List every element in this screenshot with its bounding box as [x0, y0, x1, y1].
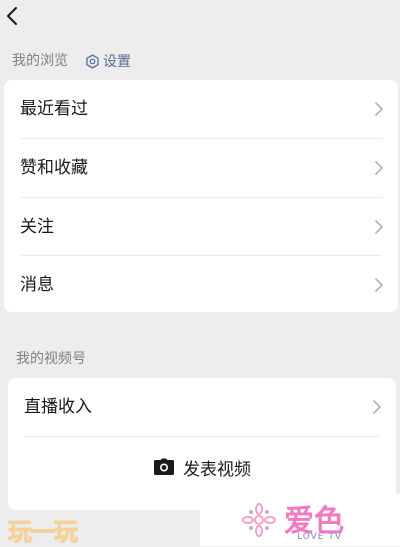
- settings-link[interactable]: 设置: [85, 51, 131, 71]
- list-item-likes-favorites[interactable]: 赞和收藏: [4, 139, 398, 197]
- list-item-label: 关注: [20, 217, 54, 237]
- section-label-my-browse: 我的浏览: [12, 53, 68, 69]
- list-item-recently-viewed[interactable]: 最近看过: [4, 80, 398, 138]
- chevron-right-icon: [375, 278, 383, 292]
- post-video-button[interactable]: 发表视频: [8, 452, 396, 482]
- chevron-right-icon: [373, 400, 381, 414]
- list-item-messages[interactable]: 消息: [4, 256, 398, 314]
- back-button[interactable]: [2, 3, 24, 29]
- watermark-left: 玩一玩: [8, 518, 79, 547]
- list-item-label: 最近看过: [20, 99, 88, 119]
- top-bar: [0, 0, 400, 40]
- list-item-label: 赞和收藏: [20, 158, 88, 178]
- chevron-right-icon: [375, 161, 383, 175]
- post-video-label: 发表视频: [183, 459, 251, 480]
- chevron-left-icon: [7, 7, 17, 25]
- gear-icon: [86, 53, 99, 69]
- watermark-right: 爱色 LOVE TV: [200, 494, 400, 546]
- list-item-label: 消息: [20, 275, 54, 295]
- list-item-label: 直播收入: [24, 397, 92, 417]
- list-item-following[interactable]: 关注: [4, 198, 398, 256]
- flower-logo-icon: [242, 503, 276, 537]
- watermark-sub: LOVE TV: [297, 532, 342, 542]
- chevron-right-icon: [375, 220, 383, 234]
- divider: [24, 436, 380, 437]
- list-item-live-income[interactable]: 直播收入: [8, 378, 396, 436]
- camera-icon: [154, 458, 174, 475]
- browse-card: 最近看过 赞和收藏 关注 消息: [4, 80, 398, 312]
- section-label-my-channels: 我的视频号: [16, 351, 86, 367]
- channels-card: 直播收入 发表视频: [8, 378, 396, 510]
- settings-label: 设置: [103, 54, 131, 70]
- chevron-right-icon: [375, 102, 383, 116]
